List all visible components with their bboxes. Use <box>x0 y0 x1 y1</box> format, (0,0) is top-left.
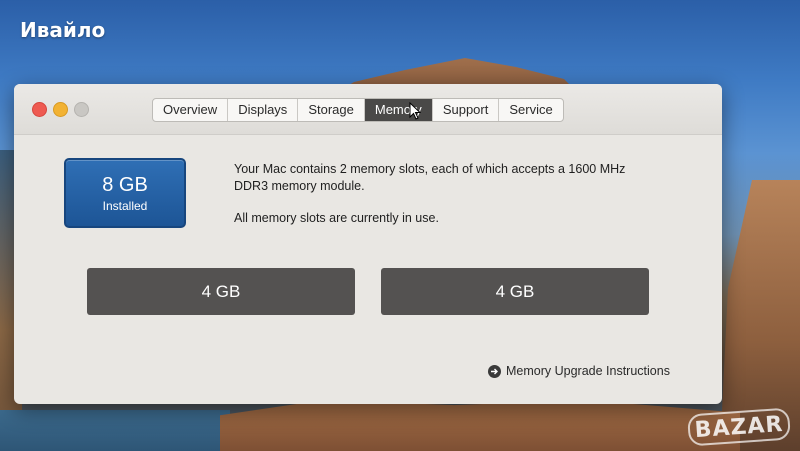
memory-panel: 8 GB Installed Your Mac contains 2 memor… <box>14 135 722 405</box>
installed-memory-label: Installed <box>102 199 148 213</box>
memory-slots-info: Your Mac contains 2 memory slots, each o… <box>234 162 626 193</box>
tab-storage[interactable]: Storage <box>297 99 364 121</box>
desktop-sea <box>0 410 230 451</box>
tab-support[interactable]: Support <box>431 99 499 121</box>
memory-slot-1: 4 GB <box>87 268 355 315</box>
memory-slots-status: All memory slots are currently in use. <box>234 211 439 225</box>
minimize-button-icon[interactable] <box>53 102 68 117</box>
username-label: Ивайло <box>20 18 106 42</box>
memory-slot-2: 4 GB <box>381 268 649 315</box>
tab-overview[interactable]: Overview <box>153 99 227 121</box>
close-button-icon[interactable] <box>32 102 47 117</box>
tab-service[interactable]: Service <box>498 99 562 121</box>
memory-upgrade-instructions-link[interactable]: Memory Upgrade Instructions <box>488 364 670 378</box>
watermark-text: BAZAR <box>693 411 785 443</box>
window-titlebar[interactable]: Overview Displays Storage Memory Support… <box>14 84 722 135</box>
memory-upgrade-link-label: Memory Upgrade Instructions <box>506 364 670 378</box>
arrow-right-circle-icon <box>488 364 501 378</box>
desktop-rocks <box>220 400 740 451</box>
zoom-button-icon <box>74 102 89 117</box>
installed-memory-size: 8 GB <box>102 174 148 196</box>
installed-memory-badge: 8 GB Installed <box>64 158 186 228</box>
tab-bar: Overview Displays Storage Memory Support… <box>152 98 564 122</box>
tab-memory[interactable]: Memory <box>363 99 432 121</box>
about-this-mac-window: Overview Displays Storage Memory Support… <box>14 84 722 404</box>
mouse-pointer-icon <box>409 102 421 120</box>
tab-displays[interactable]: Displays <box>227 99 297 121</box>
memory-description: Your Mac contains 2 memory slots, each o… <box>234 161 654 227</box>
